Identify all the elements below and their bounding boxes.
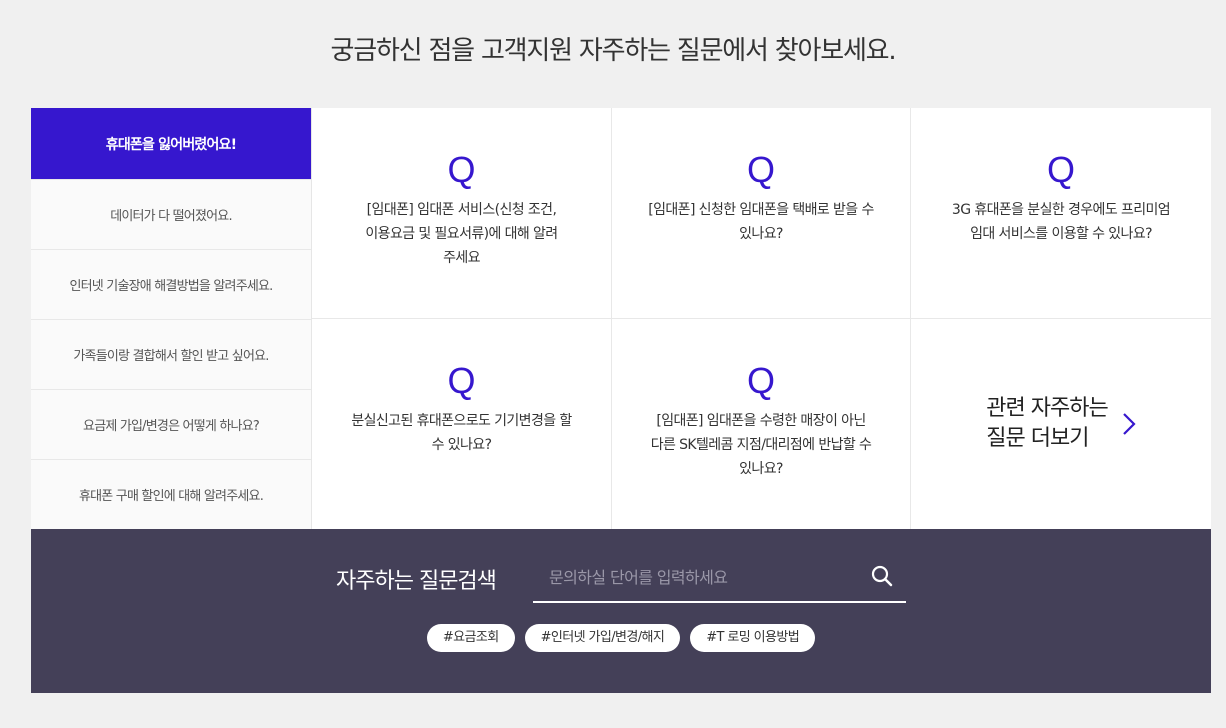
chevron-right-icon <box>1122 413 1136 435</box>
faq-question-line: 3G 휴대폰을 분실한 경우에도 프리미엄 <box>951 202 1171 218</box>
faq-question-line: 임대 서비스를 이용할 수 있나요? <box>970 226 1152 242</box>
faq-question-line: 있나요? <box>739 461 783 477</box>
sidebar-item-label: 휴대폰 구매 할인에 대해 알려주세요. <box>78 489 264 504</box>
faq-question-line: [임대폰] 임대폰 서비스(신청 조건, <box>366 202 557 218</box>
faq-question-line: 분실신고된 휴대폰으로도 기기변경을 할 <box>351 413 572 429</box>
more-faq-label: 관련 자주하는 질문 더보기 <box>986 394 1108 454</box>
sidebar-item-family-discount[interactable]: 가족들이랑 결합해서 할인 받고 싶어요. <box>31 320 311 390</box>
search-input[interactable] <box>533 557 853 597</box>
faq-question: [임대폰] 신청한 임대폰을 택배로 받을 수 있나요? <box>620 198 901 246</box>
faq-card[interactable]: Q 분실신고된 휴대폰으로도 기기변경을 할 수 있나요? <box>312 319 612 529</box>
q-mark: Q <box>447 149 476 190</box>
sidebar-item-label: 요금제 가입/변경은 어떻게 하나요? <box>83 419 260 434</box>
search-icon[interactable] <box>870 564 894 588</box>
faq-question: [임대폰] 임대폰 서비스(신청 조건, 이용요금 및 필요서류)에 대해 알려… <box>337 198 585 270</box>
search-title: 자주하는 질문검색 <box>336 569 497 594</box>
sidebar-item-label: 가족들이랑 결합해서 할인 받고 싶어요. <box>73 349 269 364</box>
faq-card[interactable]: Q [임대폰] 임대폰 서비스(신청 조건, 이용요금 및 필요서류)에 대해 … <box>312 108 612 319</box>
q-mark: Q <box>746 149 775 190</box>
q-mark: Q <box>447 360 476 401</box>
search-box <box>533 557 906 603</box>
faq-card[interactable]: Q [임대폰] 임대폰을 수령한 매장이 아닌 다른 SK텔레콤 지점/대리점에… <box>612 319 911 529</box>
sidebar-item-purchase-discount[interactable]: 휴대폰 구매 할인에 대해 알려주세요. <box>31 460 311 529</box>
faq-question-line: 다른 SK텔레콤 지점/대리점에 반납할 수 <box>650 437 872 453</box>
page-title: 궁금하신 점을 고객지원 자주하는 질문에서 찾아보세요. <box>330 36 897 66</box>
faq-question: 3G 휴대폰을 분실한 경우에도 프리미엄 임대 서비스를 이용할 수 있나요? <box>924 198 1198 246</box>
more-faq-link[interactable]: 관련 자주하는 질문 더보기 <box>911 319 1211 529</box>
faq-question-line: 주세요 <box>443 250 480 266</box>
sidebar-item-plan[interactable]: 요금제 가입/변경은 어떻게 하나요? <box>31 390 311 460</box>
faq-question-line: [임대폰] 신청한 임대폰을 택배로 받을 수 <box>648 202 874 218</box>
faq-question-line: 이용요금 및 필요서류)에 대해 알려 <box>365 226 558 242</box>
faq-question: 분실신고된 휴대폰으로도 기기변경을 할 수 있나요? <box>323 409 599 457</box>
faq-question: [임대폰] 임대폰을 수령한 매장이 아닌 다른 SK텔레콤 지점/대리점에 반… <box>623 409 900 481</box>
faq-panel: 휴대폰을 잃어버렸어요! 데이터가 다 떨어졌어요. 인터넷 기술장애 해결방법… <box>31 108 1211 529</box>
sidebar-item-internet[interactable]: 인터넷 기술장애 해결방법을 알려주세요. <box>31 250 311 320</box>
faq-card[interactable]: Q [임대폰] 신청한 임대폰을 택배로 받을 수 있나요? <box>612 108 911 319</box>
faq-question-line: 수 있나요? <box>431 437 492 453</box>
sidebar-item-label: 데이터가 다 떨어졌어요. <box>110 209 232 224</box>
faq-question-line: 있나요? <box>739 226 783 242</box>
keyword-tags: #요금조회 #인터넷 가입/변경/해지 #T 로밍 이용방법 <box>31 624 1211 652</box>
more-faq-line: 질문 더보기 <box>986 426 1089 451</box>
faq-search-section: 자주하는 질문검색 #요금조회 #인터넷 가입/변경/해지 #T 로밍 이용방법 <box>31 529 1211 693</box>
sidebar-item-lost-phone[interactable]: 휴대폰을 잃어버렸어요! <box>31 108 311 180</box>
faq-card[interactable]: Q 3G 휴대폰을 분실한 경우에도 프리미엄 임대 서비스를 이용할 수 있나… <box>911 108 1211 319</box>
faq-grid: Q [임대폰] 임대폰 서비스(신청 조건, 이용요금 및 필요서류)에 대해 … <box>312 108 1211 529</box>
q-mark: Q <box>1046 149 1075 190</box>
sidebar-item-label: 인터넷 기술장애 해결방법을 알려주세요. <box>69 279 273 294</box>
sidebar-item-data[interactable]: 데이터가 다 떨어졌어요. <box>31 180 311 250</box>
sidebar-item-label: 휴대폰을 잃어버렸어요! <box>105 136 237 153</box>
faq-category-sidebar: 휴대폰을 잃어버렸어요! 데이터가 다 떨어졌어요. 인터넷 기술장애 해결방법… <box>31 108 312 529</box>
faq-question-line: [임대폰] 임대폰을 수령한 매장이 아닌 <box>656 413 866 429</box>
tag-internet[interactable]: #인터넷 가입/변경/해지 <box>524 624 681 652</box>
q-mark: Q <box>746 360 775 401</box>
more-faq-line: 관련 자주하는 <box>986 396 1108 421</box>
tag-billing[interactable]: #요금조회 <box>426 624 515 652</box>
tag-roaming[interactable]: #T 로밍 이용방법 <box>690 624 816 652</box>
